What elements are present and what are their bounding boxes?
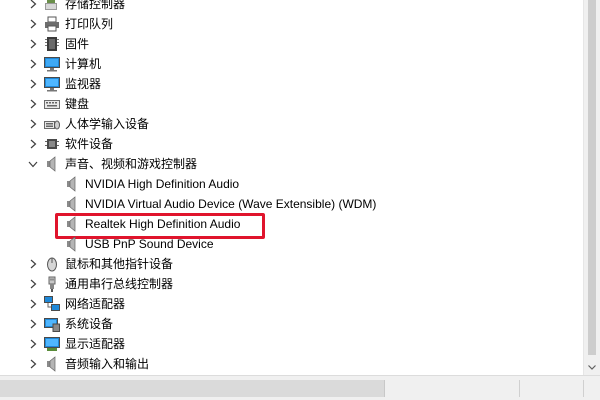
tree-item-label: 计算机 (65, 57, 102, 71)
hid-icon (44, 116, 60, 132)
tree-item-mice[interactable]: 鼠标和其他指针设备 (0, 254, 584, 274)
tree-item-usb-controllers[interactable]: 通用串行总线控制器 (0, 274, 584, 294)
chevron-right-icon[interactable] (28, 134, 38, 154)
tree-item-firmware[interactable]: 固件 (0, 34, 584, 54)
computer-icon (44, 56, 60, 72)
speaker-icon (64, 196, 80, 212)
speaker-icon (44, 356, 60, 372)
tree-item-print-queues[interactable]: 打印队列 (0, 14, 584, 34)
software-device-icon (44, 136, 60, 152)
device-tree: 存储控制器 打印队列 固件 计算机 监视器 键盘 人体学输入设备 软件设备 声音… (0, 0, 584, 376)
tree-item-software-devices[interactable]: 软件设备 (0, 134, 584, 154)
tree-child-usb-pnp-sound[interactable]: USB PnP Sound Device (0, 234, 584, 254)
tree-item-system-devices[interactable]: 系统设备 (0, 314, 584, 334)
tree-child-nvidia-hd-audio[interactable]: NVIDIA High Definition Audio (0, 174, 584, 194)
tree-item-label: 软件设备 (65, 137, 114, 151)
usb-icon (44, 276, 60, 292)
mouse-icon (44, 256, 60, 272)
firmware-icon (44, 36, 60, 52)
horizontal-scrollbar[interactable] (0, 375, 600, 400)
speaker-icon (44, 156, 60, 172)
tree-item-label: USB PnP Sound Device (85, 237, 214, 251)
tree-item-storage-controllers[interactable]: 存储控制器 (0, 0, 584, 14)
tree-item-label: 显示适配器 (65, 337, 126, 351)
tree-item-network-adapters[interactable]: 网络适配器 (0, 294, 584, 314)
speaker-icon (64, 176, 80, 192)
chevron-right-icon[interactable] (28, 94, 38, 114)
scrollbar-divider (583, 380, 584, 397)
tree-item-label: 通用串行总线控制器 (65, 277, 174, 291)
vertical-scrollbar[interactable] (583, 0, 600, 376)
scroll-down-arrow-icon[interactable] (584, 359, 600, 376)
tree-item-label: 鼠标和其他指针设备 (65, 257, 174, 271)
print-queue-icon (44, 16, 60, 32)
tree-item-sound-video-game-controllers[interactable]: 声音、视频和游戏控制器 (0, 154, 584, 174)
chevron-right-icon[interactable] (28, 74, 38, 94)
chevron-right-icon[interactable] (28, 314, 38, 334)
chevron-right-icon[interactable] (28, 334, 38, 354)
tree-item-label: NVIDIA Virtual Audio Device (Wave Extens… (85, 197, 377, 211)
chevron-right-icon[interactable] (28, 54, 38, 74)
chevron-right-icon[interactable] (28, 294, 38, 314)
chevron-down-icon[interactable] (28, 154, 38, 174)
chevron-right-icon[interactable] (28, 354, 38, 374)
tree-item-audio-inputs-outputs[interactable]: 音频输入和输出 (0, 354, 584, 374)
monitor-icon (44, 76, 60, 92)
chevron-right-icon[interactable] (28, 0, 38, 14)
chevron-right-icon[interactable] (28, 34, 38, 54)
display-adapter-icon (44, 336, 60, 352)
tree-item-label: 打印队列 (65, 17, 114, 31)
speaker-icon (64, 236, 80, 252)
tree-item-label: 系统设备 (65, 317, 114, 331)
tree-item-label: 网络适配器 (65, 297, 126, 311)
tree-item-computer[interactable]: 计算机 (0, 54, 584, 74)
vertical-scroll-thumb[interactable] (588, 0, 596, 355)
tree-item-keyboards[interactable]: 键盘 (0, 94, 584, 114)
tree-item-label: NVIDIA High Definition Audio (85, 177, 240, 191)
tree-item-label: 音频输入和输出 (65, 357, 150, 371)
chevron-right-icon[interactable] (28, 274, 38, 294)
tree-item-label: 人体学输入设备 (65, 117, 150, 131)
tree-child-nvidia-virtual-audio[interactable]: NVIDIA Virtual Audio Device (Wave Extens… (0, 194, 584, 214)
horizontal-scroll-thumb[interactable] (0, 380, 385, 397)
chevron-right-icon[interactable] (28, 114, 38, 134)
tree-item-monitors[interactable]: 监视器 (0, 74, 584, 94)
tree-item-label: 固件 (65, 37, 90, 51)
tree-item-display-adapters[interactable]: 显示适配器 (0, 334, 584, 354)
tree-item-label: 监视器 (65, 77, 102, 91)
chevron-right-icon[interactable] (28, 254, 38, 274)
tree-item-hid[interactable]: 人体学输入设备 (0, 114, 584, 134)
storage-controller-icon (44, 0, 60, 12)
system-device-icon (44, 316, 60, 332)
keyboard-icon (44, 96, 60, 112)
tree-item-label: 键盘 (65, 97, 90, 111)
scrollbar-divider (519, 380, 520, 397)
network-adapter-icon (44, 296, 60, 312)
tree-item-label: 存储控制器 (65, 0, 126, 11)
chevron-right-icon[interactable] (28, 14, 38, 34)
tree-item-label: 声音、视频和游戏控制器 (65, 157, 198, 171)
